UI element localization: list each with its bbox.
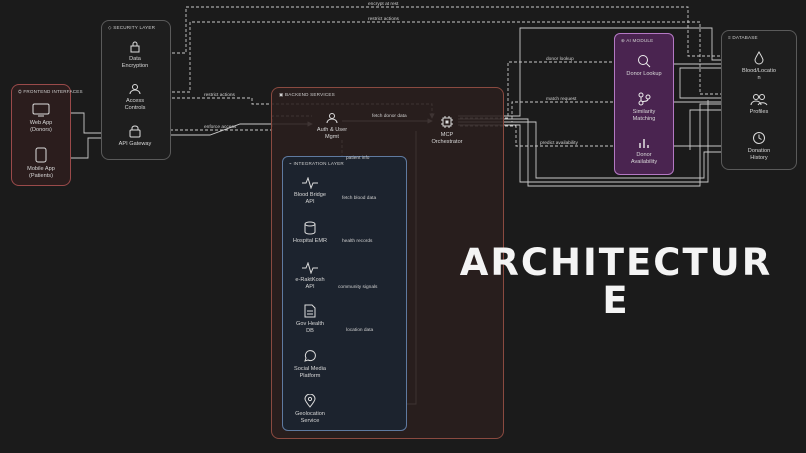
- pulse-icon: [302, 177, 318, 189]
- integration-item-label: Blood Bridge API: [293, 192, 327, 205]
- edge-label-match-request: match request: [546, 97, 577, 102]
- gov-health-db-node[interactable]: Gov Health DB: [285, 304, 335, 334]
- donation-history-node[interactable]: Donation History: [726, 131, 792, 161]
- edge-label-integration: community signals: [338, 285, 378, 290]
- access-controls-node[interactable]: Access Controls: [106, 83, 164, 111]
- integration-item-label: e-RaktKosh API: [295, 277, 325, 290]
- plug-icon: ⌁: [289, 161, 292, 166]
- brain-icon: ⊛: [621, 38, 626, 43]
- search-icon: [638, 55, 651, 68]
- monitor-icon: [32, 103, 50, 117]
- edge-label-donor-lookup: donor lookup: [546, 57, 574, 62]
- eraktkosh-node[interactable]: e-RaktKosh API: [285, 262, 335, 290]
- ai-module-panel: ⊛ AI MODULE Donor Lookup Similarity Matc…: [614, 33, 674, 175]
- document-icon: [304, 304, 316, 318]
- donor-lookup-label: Donor Lookup: [626, 71, 662, 77]
- lock-icon: [130, 41, 140, 53]
- profiles-node[interactable]: Profiles: [726, 93, 792, 116]
- security-panel: ◇ SECURITY LAYER Data Encryption Access …: [101, 20, 171, 160]
- chat-icon: [304, 350, 316, 362]
- edge-label-integration: location data: [346, 328, 374, 333]
- edge-label-enforce: enforce access: [204, 125, 237, 130]
- web-app-node[interactable]: Web App (Donors): [18, 103, 64, 133]
- users-icon: [750, 94, 768, 106]
- edge-label-patient-info: patient info: [346, 156, 370, 161]
- shield-icon: ◇: [108, 25, 112, 30]
- similarity-label: Similarity Matching: [632, 109, 656, 122]
- mcp-orchestrator-node[interactable]: MCP Orchestrator: [420, 115, 474, 145]
- database-icon: [304, 221, 316, 235]
- integration-title: ⌁ INTEGRATION LAYER: [289, 161, 344, 166]
- security-title: ◇ SECURITY LAYER: [108, 25, 156, 30]
- frontend-panel: ⛭ FRONTEND INTERFACES Web App (Donors) M…: [11, 84, 83, 186]
- integration-item-label: Geolocation Service: [295, 411, 325, 424]
- mobile-app-label: Mobile App (Patients): [27, 166, 55, 179]
- integration-item-label: Social Media Platform: [293, 366, 327, 379]
- similarity-matching-node[interactable]: Similarity Matching: [617, 92, 671, 122]
- cpu-icon: [441, 116, 453, 128]
- edge-label-encrypt: encrypt at rest: [368, 2, 399, 7]
- drop-icon: [754, 51, 764, 65]
- lock-icon: [129, 125, 141, 138]
- access-controls-label: Access Controls: [124, 98, 146, 111]
- frontend-title: ⛭ FRONTEND INTERFACES: [18, 89, 83, 94]
- data-encryption-node[interactable]: Data Encryption: [106, 41, 164, 69]
- phone-icon: [35, 147, 47, 163]
- integration-item-label: Hospital EMR: [292, 238, 328, 244]
- blood-location-label: Blood/Locatio n: [742, 68, 776, 81]
- availability-label: Donor Availability: [630, 152, 658, 165]
- mcp-label: MCP Orchestrator: [431, 132, 463, 145]
- api-gateway-label: API Gateway: [118, 141, 152, 147]
- map-pin-icon: [304, 394, 316, 408]
- ai-title: ⊛ AI MODULE: [621, 38, 654, 43]
- api-gateway-node[interactable]: API Gateway: [106, 125, 164, 148]
- edge-label-restrict: restrict actions: [204, 93, 235, 98]
- blood-location-node[interactable]: Blood/Locatio n: [726, 51, 792, 81]
- database-panel: ≡ DATABASE Blood/Locatio n Profiles Dona…: [721, 30, 797, 170]
- clock-icon: [753, 132, 765, 144]
- edge-label-fetch-donor: fetch donor data: [372, 114, 407, 119]
- pulse-icon: [302, 262, 318, 274]
- users-icon: ⛭: [18, 89, 22, 94]
- social-media-node[interactable]: Social Media Platform: [285, 350, 335, 379]
- edge-label-predict: predict availability: [540, 141, 578, 146]
- profiles-label: Profiles: [749, 109, 769, 115]
- mobile-app-node[interactable]: Mobile App (Patients): [18, 147, 64, 179]
- donor-availability-node[interactable]: Donor Availability: [617, 137, 671, 165]
- data-encryption-label: Data Encryption: [121, 56, 149, 69]
- auth-label: Auth & User Mgmt: [316, 127, 348, 140]
- web-app-label: Web App (Donors): [29, 120, 53, 133]
- edge-label-integration: health records: [342, 239, 373, 244]
- edge-label-integration: fetch blood data: [342, 196, 377, 201]
- server-icon: ▣: [279, 92, 284, 97]
- user-icon: [129, 84, 141, 95]
- bar-chart-icon: [639, 139, 649, 148]
- hospital-emr-node[interactable]: Hospital EMR: [285, 221, 335, 245]
- blood-bridge-node[interactable]: Blood Bridge API: [285, 177, 335, 205]
- page-title: ARCHITECTUR E: [459, 241, 773, 322]
- edge-label-restrict-top: restrict actions: [368, 17, 399, 22]
- branch-icon: [638, 92, 651, 106]
- user-icon: [326, 113, 338, 124]
- database-icon: ≡: [728, 35, 731, 40]
- donor-lookup-node[interactable]: Donor Lookup: [617, 54, 671, 78]
- geolocation-node[interactable]: Geolocation Service: [285, 394, 335, 424]
- donation-history-label: Donation History: [747, 148, 771, 161]
- backend-title: ▣ BACKEND SERVICES: [279, 92, 335, 97]
- auth-node[interactable]: Auth & User Mgmt: [304, 112, 360, 140]
- database-title: ≡ DATABASE: [728, 35, 758, 40]
- integration-item-label: Gov Health DB: [296, 321, 324, 334]
